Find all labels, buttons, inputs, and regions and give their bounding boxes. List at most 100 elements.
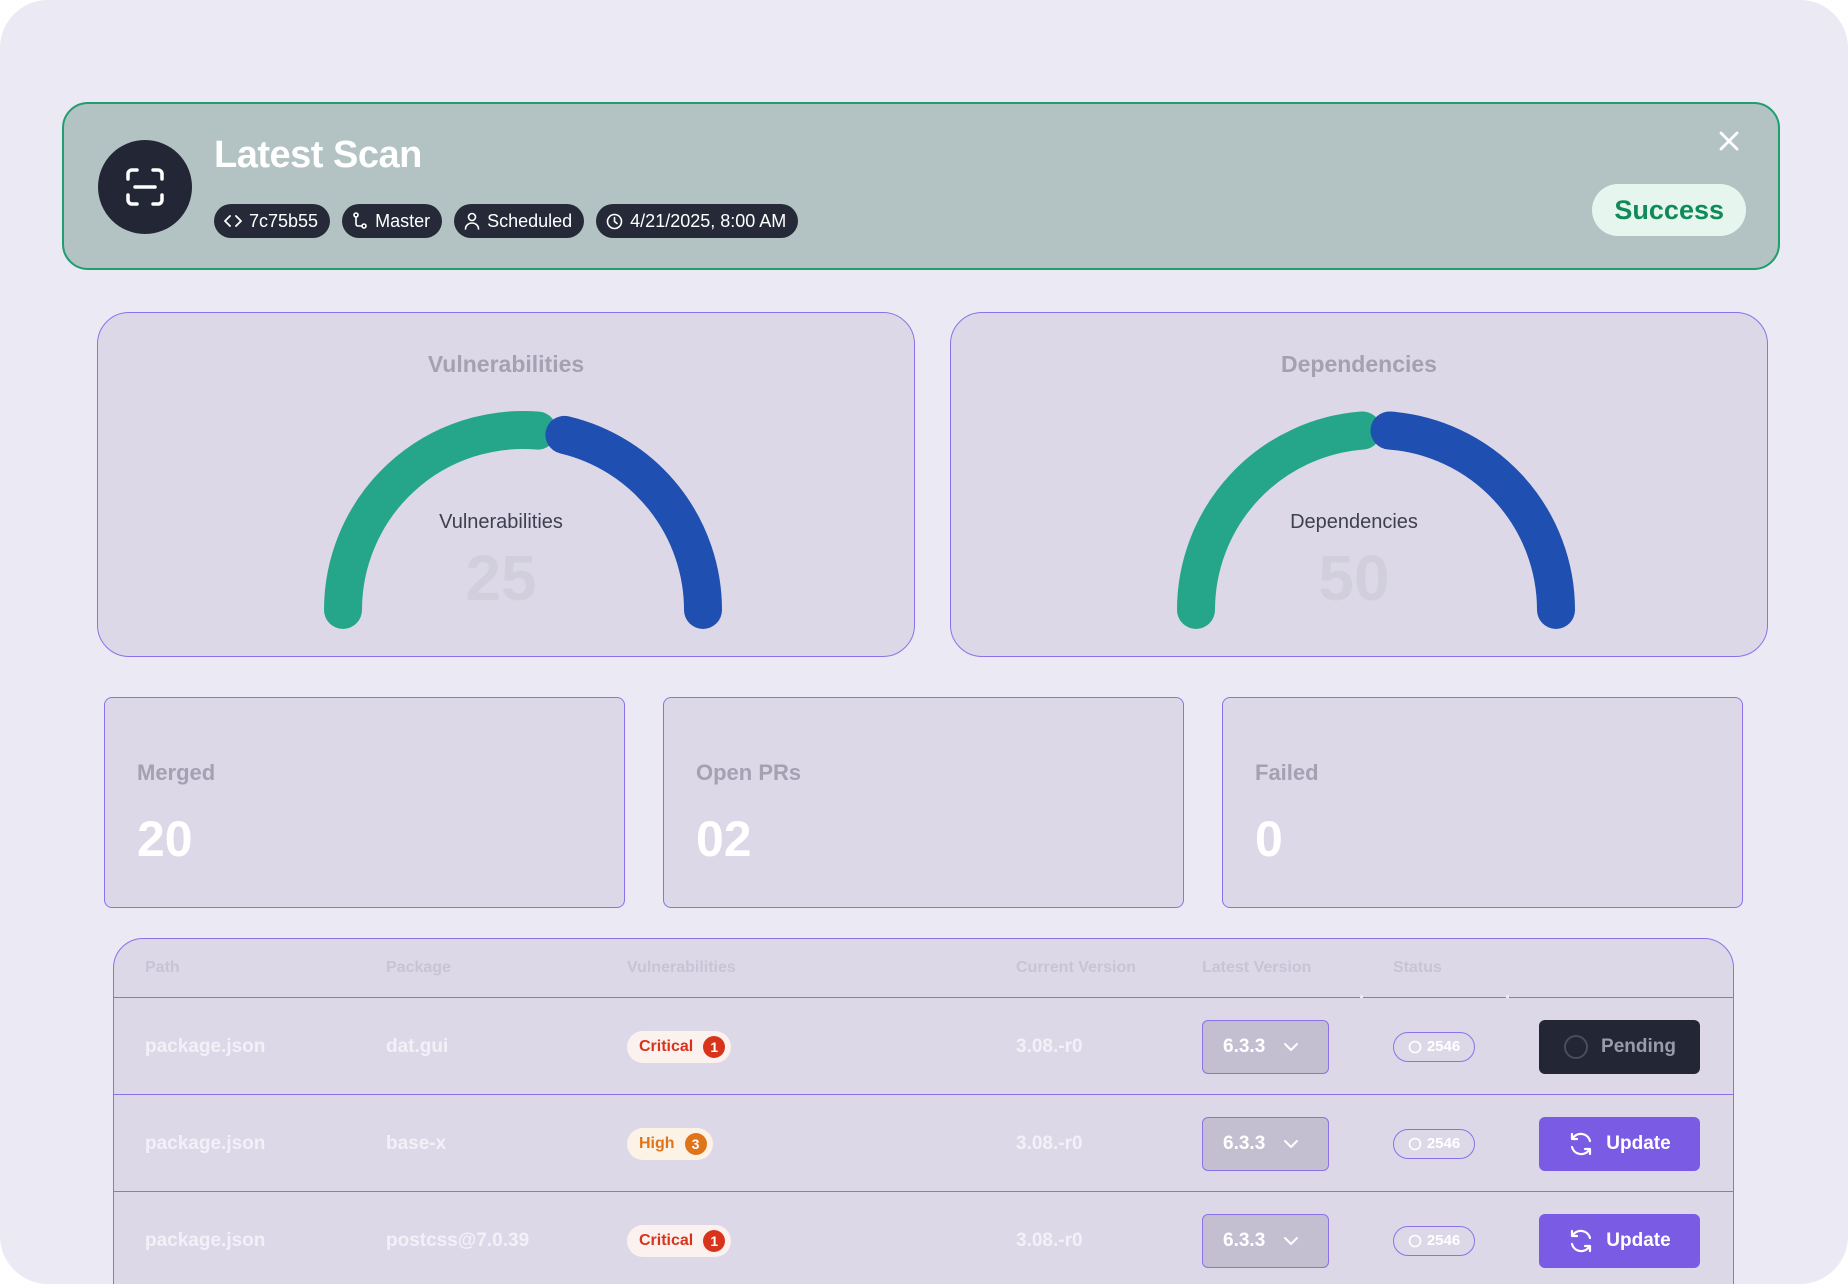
app-frame: Latest Scan 7c75b55 Master Scheduled 4/2… xyxy=(0,0,1848,1284)
table-row: package.json dat.gui Critical 1 3.08.-r0… xyxy=(114,998,1733,1095)
column-header-latest-version: Latest Version xyxy=(1202,959,1312,976)
cell-path: package.json xyxy=(145,1132,266,1154)
gauge-center-value: 25 xyxy=(465,542,537,614)
cell-path: package.json xyxy=(145,1229,266,1251)
stat-label: Failed xyxy=(1255,760,1319,785)
banner-title: Latest Scan xyxy=(214,134,422,176)
column-header-status: Status xyxy=(1393,959,1442,976)
severity-count: 3 xyxy=(684,1132,707,1155)
severity-label: Critical xyxy=(639,1037,694,1055)
cell-latest-version: 6.3.3 xyxy=(1202,1095,1329,1192)
scan-icon xyxy=(98,140,192,234)
update-button[interactable]: Update xyxy=(1539,1116,1700,1171)
close-icon xyxy=(1719,131,1739,151)
table-header: Path Package Vulnerabilities Current Ver… xyxy=(114,939,1733,998)
cell-status: 2546 xyxy=(1393,1095,1475,1192)
time-chip-label: 4/21/2025, 8:00 AM xyxy=(630,210,787,231)
latest-version-value: 6.3.3 xyxy=(1223,1035,1266,1057)
cell-package: postcss@7.0.39 xyxy=(386,1229,530,1251)
cell-vulnerabilities: Critical 1 xyxy=(627,1192,732,1284)
failed-stat-card: Failed 0 xyxy=(1222,697,1743,908)
merged-stat-card: Merged 20 xyxy=(104,697,625,908)
stat-value: 20 xyxy=(137,811,193,867)
cell-action: Update xyxy=(1539,1192,1700,1284)
status-badge: 2546 xyxy=(1393,1225,1475,1256)
severity-badge: Critical 1 xyxy=(627,1224,732,1257)
status-value: 2546 xyxy=(1426,1135,1461,1152)
dependencies-gauge-card: Dependencies Dependencies 50 xyxy=(950,312,1768,657)
user-icon xyxy=(464,212,480,230)
cell-vulnerabilities: Critical 1 xyxy=(627,998,732,1095)
status-value: 2546 xyxy=(1426,1038,1461,1055)
refresh-icon xyxy=(1571,1229,1592,1252)
clock-icon xyxy=(606,213,623,229)
column-header-path: Path xyxy=(145,959,180,976)
latest-version-select[interactable]: 6.3.3 xyxy=(1202,1213,1329,1268)
gauge-center-label: Vulnerabilities xyxy=(439,511,563,533)
severity-count: 1 xyxy=(703,1229,726,1252)
latest-version-value: 6.3.3 xyxy=(1223,1132,1266,1154)
pending-button-label: Pending xyxy=(1601,1035,1676,1057)
table-row: package.json base-x High 3 3.08.-r0 6.3.… xyxy=(114,1095,1733,1192)
cell-path: package.json xyxy=(145,1035,266,1057)
cell-status: 2546 xyxy=(1393,1192,1475,1284)
latest-version-value: 6.3.3 xyxy=(1223,1229,1266,1251)
commit-chip: 7c75b55 xyxy=(214,204,331,238)
column-header-current-version: Current Version xyxy=(1016,959,1137,976)
chevron-down-icon xyxy=(1284,1042,1299,1051)
open-prs-stat-card: Open PRs 02 xyxy=(663,697,1184,908)
latest-scan-banner: Latest Scan 7c75b55 Master Scheduled 4/2… xyxy=(62,102,1780,270)
cell-package: base-x xyxy=(386,1132,447,1154)
trigger-chip: Scheduled xyxy=(454,204,585,238)
gauge-center-label: Dependencies xyxy=(1290,511,1418,533)
update-button-label: Update xyxy=(1606,1132,1671,1154)
code-icon xyxy=(224,215,242,227)
column-header-vulnerabilities: Vulnerabilities xyxy=(627,959,736,976)
severity-label: Critical xyxy=(639,1231,694,1249)
gauge-center-value: 50 xyxy=(1318,542,1390,614)
column-header-package: Package xyxy=(386,959,451,976)
circle-icon xyxy=(1408,1234,1422,1247)
cell-current-version: 3.08.-r0 xyxy=(1016,1132,1083,1154)
severity-count: 1 xyxy=(703,1035,726,1058)
latest-version-select[interactable]: 6.3.3 xyxy=(1202,1019,1329,1074)
chevron-down-icon xyxy=(1284,1139,1299,1148)
refresh-icon xyxy=(1571,1132,1592,1155)
vulnerabilities-gauge-card: Vulnerabilities Vulnerabilities 25 xyxy=(97,312,915,657)
circle-icon xyxy=(1408,1040,1422,1053)
circle-icon xyxy=(1408,1137,1422,1150)
latest-version-select[interactable]: 6.3.3 xyxy=(1202,1116,1329,1171)
status-value: 2546 xyxy=(1426,1232,1461,1249)
stat-value: 02 xyxy=(696,811,752,867)
stat-label: Merged xyxy=(137,760,216,785)
branch-chip-label: Master xyxy=(375,210,431,231)
severity-label: High xyxy=(639,1134,675,1152)
cell-action: Update xyxy=(1539,1095,1700,1192)
close-button[interactable] xyxy=(1714,126,1744,156)
time-chip: 4/21/2025, 8:00 AM xyxy=(596,204,799,238)
cell-action: Pending xyxy=(1539,998,1700,1095)
branch-chip: Master xyxy=(342,204,443,238)
update-button[interactable]: Update xyxy=(1539,1213,1700,1268)
pending-button[interactable]: Pending xyxy=(1539,1019,1700,1074)
update-button-label: Update xyxy=(1606,1229,1671,1251)
scan-status-badge: Success xyxy=(1592,184,1746,236)
commit-chip-label: 7c75b55 xyxy=(249,210,319,231)
scan-meta-chips: 7c75b55 Master Scheduled 4/21/2025, 8:00… xyxy=(214,204,799,238)
chevron-down-icon xyxy=(1284,1236,1299,1245)
severity-badge: High 3 xyxy=(627,1127,713,1160)
status-badge: 2546 xyxy=(1393,1031,1475,1062)
table-row: package.json postcss@7.0.39 Critical 1 3… xyxy=(114,1192,1733,1284)
cell-current-version: 3.08.-r0 xyxy=(1016,1035,1083,1057)
cell-current-version: 3.08.-r0 xyxy=(1016,1229,1083,1251)
cell-latest-version: 6.3.3 xyxy=(1202,998,1329,1095)
severity-badge: Critical 1 xyxy=(627,1030,732,1063)
cell-latest-version: 6.3.3 xyxy=(1202,1192,1329,1284)
cell-vulnerabilities: High 3 xyxy=(627,1095,713,1192)
trigger-chip-label: Scheduled xyxy=(487,210,573,231)
stat-label: Open PRs xyxy=(696,760,802,785)
stat-value: 0 xyxy=(1255,811,1283,867)
cell-status: 2546 xyxy=(1393,998,1475,1095)
status-badge: 2546 xyxy=(1393,1128,1475,1159)
cell-package: dat.gui xyxy=(386,1035,449,1057)
